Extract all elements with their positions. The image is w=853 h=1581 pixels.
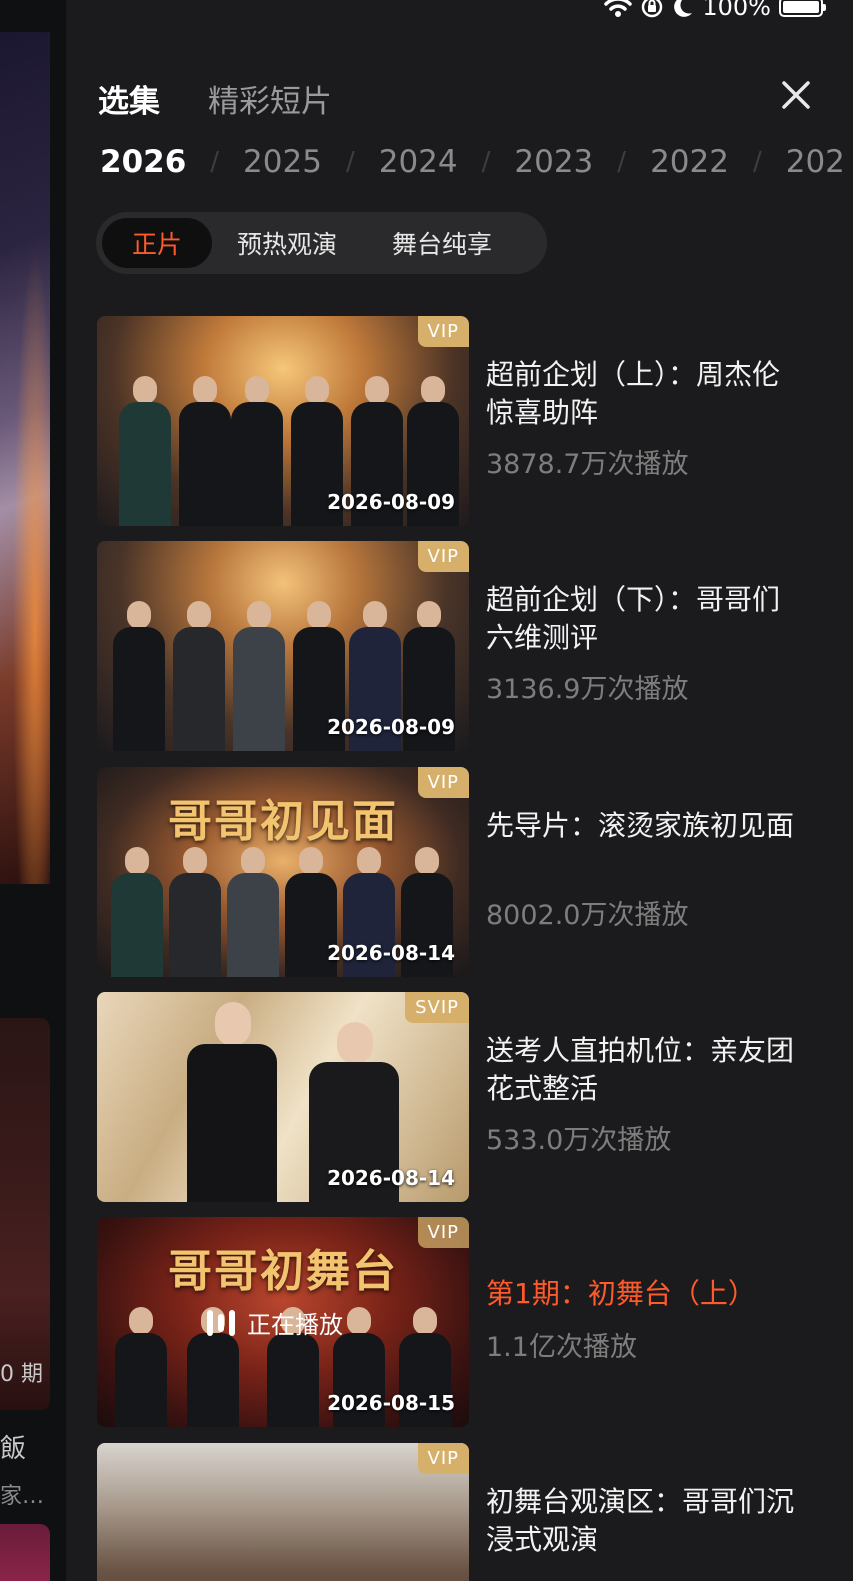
background-episode-label: 0 期: [0, 1362, 43, 1387]
episode-item[interactable]: VIP 2026-08-09 超前企划（下）：哥哥们六维测评 3136.9万次播…: [97, 541, 817, 751]
wifi-icon: [604, 0, 633, 17]
orientation-lock-icon: [642, 0, 663, 18]
episode-views: 1.1亿次播放: [486, 1332, 637, 1363]
tab-episodes[interactable]: 选集: [98, 76, 160, 121]
battery-icon: [779, 0, 826, 17]
year-2024[interactable]: 2024: [379, 144, 458, 180]
episode-date: 2026-08-14: [327, 1166, 455, 1190]
year-2025[interactable]: 2025: [243, 144, 322, 180]
episode-thumbnail: 哥哥初舞台 正在播放 VIP 2026-08-15: [97, 1217, 469, 1427]
background-poster: [0, 32, 50, 884]
episode-date: 2026-08-09: [327, 715, 455, 739]
background-title: 飯: [0, 1434, 27, 1464]
vip-badge: VIP: [417, 316, 469, 347]
now-playing-label: 正在播放: [247, 1311, 343, 1339]
content-type-filter: 正片 预热观演 舞台纯享: [96, 212, 547, 274]
episode-date: 2026-08-14: [327, 941, 455, 965]
year-separator: /: [210, 147, 220, 177]
episode-item[interactable]: 哥哥初见面 VIP 2026-08-14 先导片：滚烫家族初见面 8002.0万…: [97, 767, 817, 977]
now-playing-indicator: 正在播放: [207, 1305, 343, 1340]
year-separator: /: [752, 147, 762, 177]
episode-views: 8002.0万次播放: [486, 900, 689, 931]
close-icon[interactable]: [781, 80, 811, 110]
thumbnail-title: 哥哥初见面: [168, 796, 398, 847]
episode-date: 2026-08-15: [327, 1391, 455, 1415]
segment-stage-performances[interactable]: 舞台纯享: [362, 218, 522, 268]
playing-bars-icon: [207, 1309, 235, 1336]
episode-item[interactable]: VIP 2026-08-09 超前企划（上）：周杰伦惊喜助阵 3878.7万次播…: [97, 316, 817, 526]
episode-item-playing[interactable]: 哥哥初舞台 正在播放 VIP 2026-08-15 第1期：初舞台（上） 1.1…: [97, 1217, 817, 1427]
year-separator: /: [345, 147, 355, 177]
episode-views: 533.0万次播放: [486, 1125, 672, 1156]
year-2022[interactable]: 2022: [650, 144, 729, 180]
moon-icon: [674, 0, 693, 17]
episode-item[interactable]: SVIP 2026-08-14 送考人直拍机位：亲友团花式整活 533.0万次播…: [97, 992, 817, 1202]
year-selector: 2026 / 2025 / 2024 / 2023 / 2022 / 202: [100, 140, 845, 184]
vip-badge: VIP: [417, 541, 469, 572]
episode-title: 第1期：初舞台（上）: [486, 1277, 756, 1310]
episode-panel: 100% 选集 精彩短片 2026 / 2025 / 2024 / 2023 /…: [66, 0, 853, 1581]
episode-title: 初舞台观演区：哥哥们沉浸式观演: [486, 1485, 795, 1556]
episode-thumbnail: VIP 2026-08-09: [97, 541, 469, 751]
episode-title: 先导片：滚烫家族初见面: [486, 809, 795, 842]
episode-thumbnail: 哥哥初见面 VIP 2026-08-14: [97, 767, 469, 977]
background-subtitle: 家…: [0, 1484, 45, 1509]
year-2026[interactable]: 2026: [100, 144, 186, 180]
episode-title: 超前企划（上）：周杰伦惊喜助阵: [486, 358, 781, 429]
episode-thumbnail: SVIP 2026-08-14: [97, 992, 469, 1202]
episode-title: 送考人直拍机位：亲友团花式整活: [486, 1034, 795, 1105]
episode-views: 3878.7万次播放: [486, 449, 689, 480]
year-2023[interactable]: 2023: [514, 144, 593, 180]
year-separator: /: [617, 147, 627, 177]
background-card[interactable]: [0, 1524, 50, 1581]
vip-badge: VIP: [417, 1443, 469, 1474]
episode-thumbnail: VIP 2026-08-09: [97, 316, 469, 526]
battery-percent: 100%: [702, 0, 771, 21]
vip-badge: VIP: [417, 767, 469, 798]
episode-item[interactable]: VIP 初舞台观演区：哥哥们沉浸式观演: [97, 1443, 817, 1581]
segment-main-episodes[interactable]: 正片: [102, 218, 212, 268]
vip-badge: VIP: [417, 1217, 469, 1248]
background-page: 0 期 飯 家…: [0, 0, 66, 1581]
tab-highlights[interactable]: 精彩短片: [208, 76, 332, 121]
status-bar: 100%: [604, 0, 826, 22]
episode-title: 超前企划（下）：哥哥们六维测评: [486, 583, 781, 654]
thumbnail-title: 哥哥初舞台: [168, 1246, 398, 1297]
background-episode-card[interactable]: [0, 1018, 50, 1410]
segment-warmup[interactable]: 预热观演: [212, 218, 362, 268]
episode-date: 2026-08-09: [327, 490, 455, 514]
year-2021[interactable]: 202: [786, 144, 845, 180]
episode-thumbnail: VIP: [97, 1443, 469, 1581]
year-separator: /: [481, 147, 491, 177]
svip-badge: SVIP: [405, 992, 469, 1023]
episode-views: 3136.9万次播放: [486, 674, 689, 705]
